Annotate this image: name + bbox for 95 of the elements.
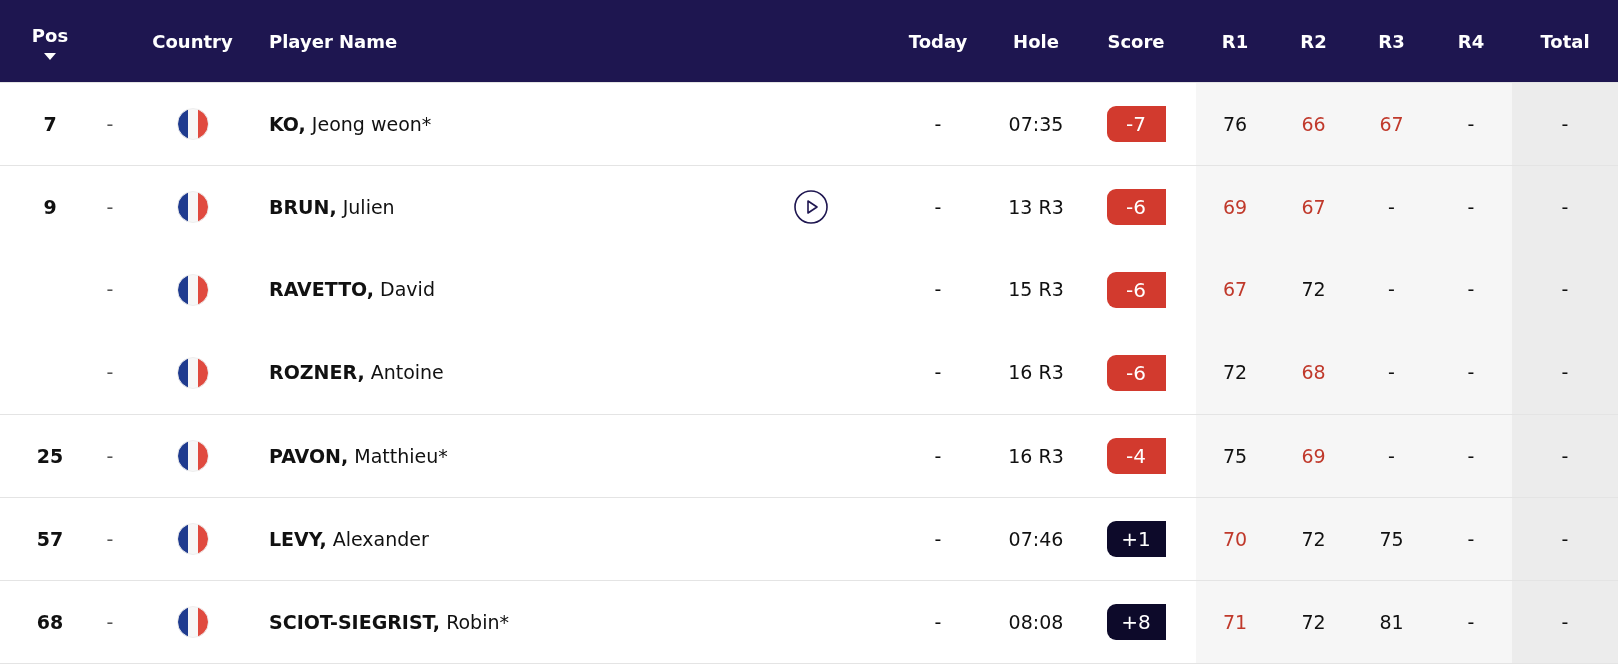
score-badge: +1 <box>1106 521 1166 557</box>
round-score: 67 <box>1222 277 1248 303</box>
today-score: - <box>934 526 942 552</box>
hole-text: 16 R3 <box>1008 443 1064 469</box>
hole-text: 08:08 <box>1008 609 1064 635</box>
round-score: 75 <box>1379 526 1404 552</box>
position-text: 57 <box>36 526 64 552</box>
round-score: 71 <box>1222 609 1248 635</box>
column-header[interactable]: Pos <box>31 22 69 49</box>
total-score: - <box>1561 194 1569 220</box>
column-header[interactable]: R4 <box>1457 27 1485 55</box>
today-score: - <box>934 360 942 386</box>
flag-icon <box>176 440 209 472</box>
today-score: - <box>934 277 942 303</box>
position-text: 9 <box>43 194 57 220</box>
round-score: - <box>1467 111 1475 137</box>
round-score: - <box>1467 277 1475 303</box>
round-score: - <box>1467 526 1475 552</box>
today-score: - <box>934 443 942 469</box>
round-score: - <box>1388 194 1395 220</box>
round-score: 75 <box>1222 443 1248 469</box>
round-score: - <box>1467 609 1475 635</box>
round-score: 67 <box>1301 194 1326 220</box>
position-text: 68 <box>36 609 64 635</box>
column-header[interactable]: Player Name <box>269 27 398 55</box>
score-badge: -6 <box>1106 271 1166 308</box>
flag-icon <box>176 273 209 306</box>
total-score: - <box>1561 360 1569 386</box>
round-score: - <box>1388 277 1395 303</box>
round-score: 67 <box>1379 111 1404 137</box>
movement-text: - <box>106 194 114 220</box>
flag-icon <box>176 108 209 140</box>
score-badge: -4 <box>1106 438 1166 474</box>
total-score: - <box>1561 526 1569 552</box>
position-text: 25 <box>36 443 64 469</box>
round-score: 69 <box>1301 443 1326 469</box>
play-button[interactable] <box>794 190 828 224</box>
round-score: 72 <box>1301 277 1326 303</box>
round-score: - <box>1388 360 1395 386</box>
round-score: 66 <box>1301 111 1326 137</box>
today-score: - <box>934 609 942 635</box>
column-header[interactable]: Country <box>152 27 233 55</box>
hole-text: 07:46 <box>1008 526 1064 552</box>
flag-icon <box>176 523 209 555</box>
round-score: 72 <box>1301 526 1326 552</box>
column-header[interactable]: R3 <box>1378 27 1405 55</box>
score-badge: +8 <box>1106 604 1166 640</box>
player-name[interactable]: LEVY, Alexander <box>265 524 429 554</box>
round-score: 76 <box>1222 111 1248 137</box>
round-score: 81 <box>1379 609 1404 635</box>
column-header[interactable]: Today <box>908 27 968 55</box>
sort-caret-icon <box>44 53 56 60</box>
movement-text: - <box>106 526 114 552</box>
total-score: - <box>1561 609 1569 635</box>
movement-text: - <box>106 277 114 303</box>
hole-text: 07:35 <box>1008 111 1064 137</box>
flag-icon <box>176 356 209 389</box>
round-score: 72 <box>1301 609 1326 635</box>
hole-text: 13 R3 <box>1008 194 1064 220</box>
today-score: - <box>934 111 942 137</box>
position-text: 7 <box>43 111 57 137</box>
total-score: - <box>1561 111 1569 137</box>
player-name[interactable]: KO, Jeong weon* <box>265 109 432 139</box>
hole-text: 16 R3 <box>1008 360 1064 386</box>
score-badge: -6 <box>1106 189 1166 225</box>
player-name[interactable]: ROZNER, Antoine <box>265 358 444 387</box>
score-badge: -6 <box>1106 354 1166 391</box>
round-score: - <box>1388 443 1395 469</box>
hole-text: 15 R3 <box>1008 277 1064 303</box>
total-score: - <box>1561 443 1569 469</box>
player-name[interactable]: RAVETTO, David <box>265 275 435 304</box>
column-header[interactable]: R1 <box>1221 27 1249 55</box>
column-header[interactable]: Total <box>1540 27 1590 55</box>
round-score: 72 <box>1222 360 1248 386</box>
player-name[interactable]: BRUN, Julien <box>265 192 395 222</box>
movement-text: - <box>106 443 114 469</box>
score-badge: -7 <box>1106 106 1166 142</box>
today-score: - <box>934 194 942 220</box>
flag-icon <box>176 191 209 223</box>
movement-text: - <box>106 360 114 386</box>
movement-text: - <box>106 111 114 137</box>
movement-text: - <box>106 609 114 635</box>
total-score: - <box>1561 277 1569 303</box>
round-score: 68 <box>1301 360 1326 386</box>
player-name[interactable]: PAVON, Matthieu* <box>265 441 448 471</box>
flag-icon <box>176 606 209 638</box>
round-score: 70 <box>1222 526 1248 552</box>
player-name[interactable]: SCIOT-SIEGRIST, Robin* <box>265 607 509 637</box>
round-score: - <box>1467 360 1475 386</box>
column-header[interactable]: Hole <box>1013 27 1059 55</box>
round-score: - <box>1467 443 1475 469</box>
round-score: 69 <box>1222 194 1248 220</box>
round-score: - <box>1467 194 1475 220</box>
column-header[interactable]: Score <box>1107 27 1165 55</box>
column-header[interactable]: R2 <box>1300 27 1327 55</box>
